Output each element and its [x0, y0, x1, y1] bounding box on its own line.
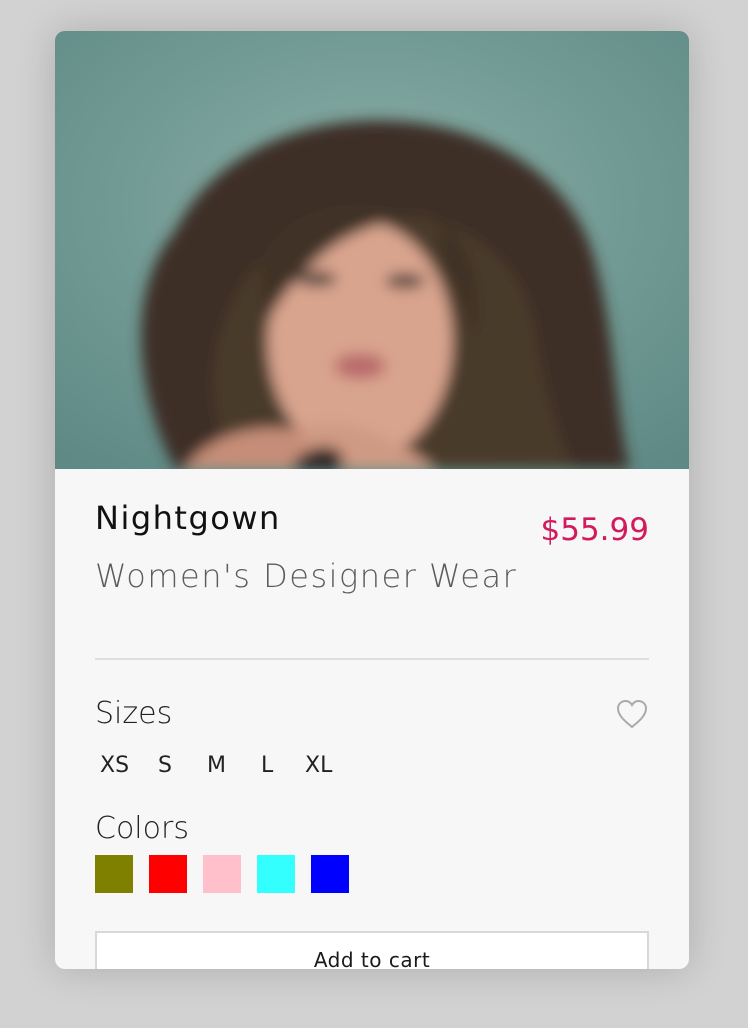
- colors-label: Colors: [95, 811, 189, 846]
- wishlist-heart-icon: [616, 699, 648, 729]
- color-swatch-red[interactable]: [149, 855, 187, 893]
- product-card: Nightgown $55.99 Women's Designer Wear S…: [55, 31, 689, 969]
- color-swatch-pink[interactable]: [203, 855, 241, 893]
- product-price: $55.99: [540, 512, 649, 548]
- size-option-xl[interactable]: XL: [305, 751, 355, 780]
- product-photo-icon: [55, 31, 689, 469]
- size-options: XS S M L XL: [100, 751, 355, 780]
- heart-icon[interactable]: [615, 698, 649, 730]
- size-option-m[interactable]: M: [207, 751, 261, 780]
- color-swatches: [95, 855, 349, 893]
- product-name: Nightgown: [95, 499, 281, 537]
- sizes-label: Sizes: [95, 696, 173, 731]
- add-to-cart-button[interactable]: Add to cart: [95, 931, 649, 969]
- product-subtitle: Women's Designer Wear: [95, 557, 518, 595]
- product-image: [55, 31, 689, 469]
- size-option-l[interactable]: L: [261, 751, 305, 780]
- color-swatch-olive[interactable]: [95, 855, 133, 893]
- size-option-xs[interactable]: XS: [100, 751, 158, 780]
- color-swatch-blue[interactable]: [311, 855, 349, 893]
- divider: [95, 658, 649, 660]
- size-option-s[interactable]: S: [158, 751, 207, 780]
- color-swatch-cyan[interactable]: [257, 855, 295, 893]
